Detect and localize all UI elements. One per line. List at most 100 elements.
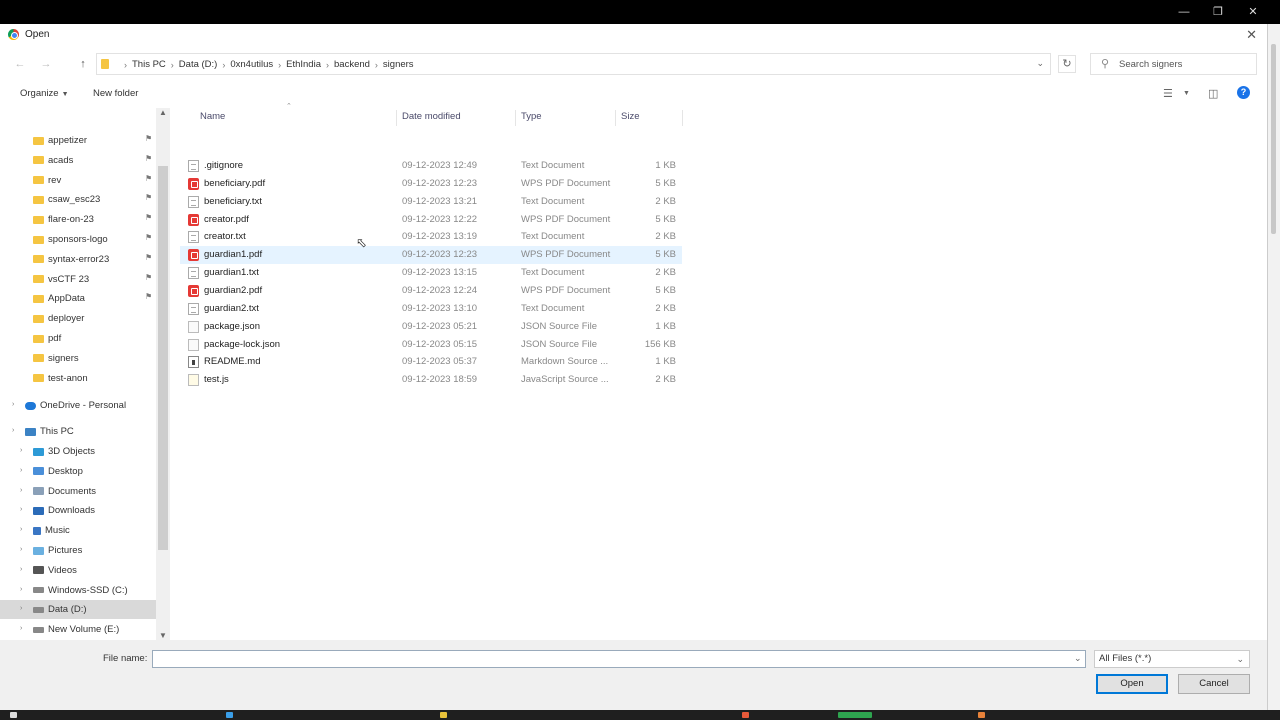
expand-chevron-icon[interactable]: › (12, 401, 14, 408)
search-box[interactable]: ⚲ (1090, 53, 1257, 75)
breadcrumb-item[interactable]: 0xn4utilus (230, 59, 273, 70)
view-options-icon[interactable]: ☰ (1163, 87, 1173, 100)
expand-chevron-icon[interactable]: › (20, 586, 22, 593)
expand-chevron-icon[interactable]: › (20, 467, 22, 474)
column-header-type[interactable]: Type (521, 108, 542, 128)
quick-access-item[interactable]: sponsors-logo ⚑ (0, 230, 156, 249)
this-pc-item[interactable]: › 3D Objects (0, 442, 156, 461)
quick-access-item[interactable]: pdf (0, 329, 156, 348)
column-header-date[interactable]: Date modified (402, 108, 461, 128)
this-pc-item[interactable]: › Windows-SSD (C:) (0, 581, 156, 600)
pin-icon[interactable]: ⚑ (145, 193, 152, 202)
quick-access-item[interactable]: rev ⚑ (0, 171, 156, 190)
nav-scroll-thumb[interactable] (158, 166, 168, 550)
breadcrumb-separator-icon[interactable]: › (375, 60, 378, 70)
quick-access-item[interactable]: flare-on-23 ⚑ (0, 210, 156, 229)
file-row[interactable]: guardian1.txt 09-12-2023 13:15 Text Docume… (180, 264, 682, 282)
taskbar-app-icon[interactable] (440, 712, 447, 718)
page-scrollbar[interactable] (1268, 24, 1280, 710)
dialog-close-icon[interactable]: ✕ (1246, 27, 1257, 43)
quick-access-item[interactable]: vsCTF 23 ⚑ (0, 270, 156, 289)
quick-access-item[interactable]: appetizer ⚑ (0, 131, 156, 150)
file-row[interactable]: .gitignore 09-12-2023 12:49 Text Document 1… (180, 157, 682, 175)
pin-icon[interactable]: ⚑ (145, 292, 152, 301)
quick-access-item[interactable]: csaw_esc23 ⚑ (0, 190, 156, 209)
forward-icon[interactable]: → (38, 56, 54, 72)
expand-chevron-icon[interactable]: › (20, 526, 22, 533)
nav-scrollbar[interactable]: ▲ ▼ (156, 108, 170, 640)
taskbar-app-icon[interactable] (742, 712, 749, 718)
expand-chevron-icon[interactable]: › (20, 506, 22, 513)
quick-access-item[interactable]: acads ⚑ (0, 151, 156, 170)
restore-icon[interactable]: ❐ (1201, 4, 1235, 20)
file-row[interactable]: package.json 09-12-2023 05:21 JSON Source … (180, 318, 682, 336)
file-row[interactable]: guardian2.pdf 09-12-2023 12:24 WPS PDF Doc… (180, 282, 682, 300)
pin-icon[interactable]: ⚑ (145, 273, 152, 282)
breadcrumb-item[interactable]: Data (D:) (179, 59, 218, 70)
breadcrumb-item[interactable]: backend (334, 59, 370, 70)
this-pc-item[interactable]: › Pictures (0, 541, 156, 560)
pin-icon[interactable]: ⚑ (145, 154, 152, 163)
expand-chevron-icon[interactable]: › (20, 566, 22, 573)
file-row[interactable]: guardian2.txt 09-12-2023 13:10 Text Docume… (180, 300, 682, 318)
nav-item-this-pc[interactable]: › This PC (0, 422, 156, 441)
breadcrumb-separator-icon[interactable]: › (124, 60, 127, 70)
page-scroll-thumb[interactable] (1271, 44, 1276, 234)
pin-icon[interactable]: ⚑ (145, 174, 152, 183)
nav-item-onedrive[interactable]: › OneDrive - Personal (0, 396, 156, 415)
new-folder-button[interactable]: New folder (93, 88, 138, 99)
this-pc-item[interactable]: › Music (0, 521, 156, 540)
breadcrumb-separator-icon[interactable]: › (222, 60, 225, 70)
scroll-up-icon[interactable]: ▲ (159, 108, 167, 117)
breadcrumb-separator-icon[interactable]: › (326, 60, 329, 70)
file-type-select[interactable]: All Files (*.*) ⌄ (1094, 650, 1250, 668)
breadcrumb-separator-icon[interactable]: › (278, 60, 281, 70)
this-pc-item[interactable]: › Documents (0, 482, 156, 501)
start-icon[interactable] (10, 712, 17, 718)
chevron-down-icon[interactable]: ⌄ (1036, 58, 1044, 69)
this-pc-item[interactable]: › Downloads (0, 501, 156, 520)
search-input[interactable] (1119, 57, 1249, 71)
address-bar[interactable]: › This PC › Data (D:) › 0xn4utilus › EthIndia › b… (96, 53, 1051, 75)
this-pc-item[interactable]: › New Volume (E:) (0, 620, 156, 639)
open-button[interactable]: Open (1096, 674, 1168, 694)
quick-access-item[interactable]: deployer (0, 309, 156, 328)
file-name-input[interactable] (152, 650, 1086, 668)
file-name-dropdown-icon[interactable]: ⌄ (1074, 653, 1082, 664)
file-row[interactable]: creator.txt 09-12-2023 13:19 Text Document… (180, 228, 682, 246)
breadcrumb-item[interactable]: EthIndia (286, 59, 321, 70)
quick-access-item[interactable]: signers (0, 349, 156, 368)
file-row[interactable]: beneficiary.txt 09-12-2023 13:21 Text Docu… (180, 193, 682, 211)
pin-icon[interactable]: ⚑ (145, 253, 152, 262)
breadcrumb-item[interactable]: This PC (132, 59, 166, 70)
expand-chevron-icon[interactable]: › (20, 447, 22, 454)
quick-access-item[interactable]: AppData ⚑ (0, 289, 156, 308)
column-header-size[interactable]: Size (621, 108, 639, 128)
expand-chevron-icon[interactable]: › (20, 487, 22, 494)
column-header-name[interactable]: Name (200, 108, 225, 128)
back-icon[interactable]: ← (12, 56, 28, 72)
this-pc-item[interactable]: › Data (D:) (0, 600, 156, 620)
quick-access-item[interactable]: syntax-error23 ⚑ (0, 250, 156, 269)
quick-access-item[interactable]: test-anon (0, 369, 156, 388)
breadcrumb-item[interactable]: signers (383, 59, 414, 70)
file-row[interactable]: guardian1.pdf 09-12-2023 12:23 WPS PDF Doc… (180, 246, 682, 265)
taskbar-app-icon[interactable] (838, 712, 872, 718)
this-pc-item[interactable]: › Videos (0, 561, 156, 580)
expand-chevron-icon[interactable]: › (20, 605, 22, 612)
view-caret-icon[interactable]: ▼ (1183, 90, 1190, 97)
file-row[interactable]: README.md 09-12-2023 05:37 Markdown Source… (180, 353, 682, 371)
preview-pane-icon[interactable]: ◫ (1208, 87, 1218, 100)
organize-button[interactable]: Organize ▼ (20, 88, 69, 99)
this-pc-item[interactable]: › Desktop (0, 462, 156, 481)
pin-icon[interactable]: ⚑ (145, 134, 152, 143)
pin-icon[interactable]: ⚑ (145, 213, 152, 222)
file-row[interactable]: test.js 09-12-2023 18:59 JavaScript Source… (180, 371, 682, 389)
expand-chevron-icon[interactable]: › (12, 427, 14, 434)
pin-icon[interactable]: ⚑ (145, 233, 152, 242)
file-row[interactable]: creator.pdf 09-12-2023 12:22 WPS PDF Docum… (180, 211, 682, 229)
cancel-button[interactable]: Cancel (1178, 674, 1250, 694)
minimize-icon[interactable]: — (1167, 4, 1201, 20)
window-close-icon[interactable]: ✕ (1236, 4, 1270, 20)
refresh-icon[interactable]: ↻ (1058, 55, 1076, 73)
